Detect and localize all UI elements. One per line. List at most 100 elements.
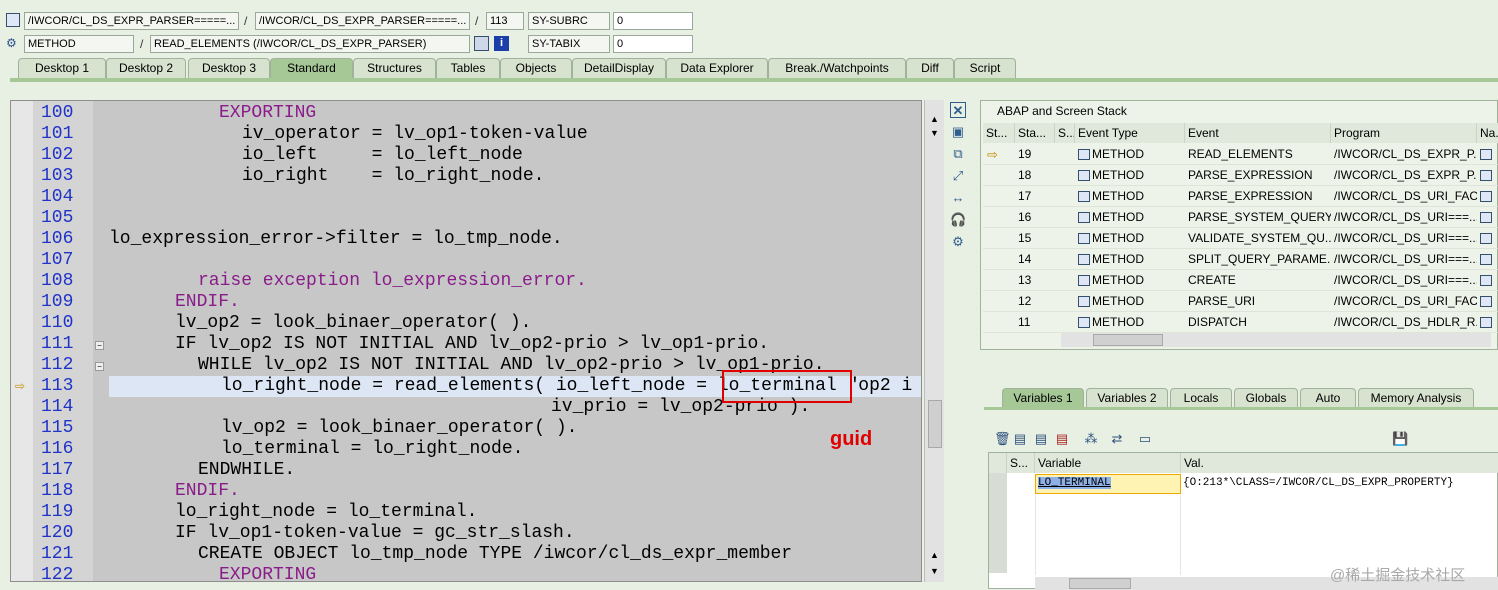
scroll-thumb[interactable] (1069, 578, 1131, 589)
tab-auto[interactable]: Auto (1300, 388, 1356, 408)
stack-cell-type[interactable]: METHOD (1075, 249, 1185, 270)
stack-cell-type[interactable]: METHOD (1075, 144, 1185, 165)
stack-cell-level[interactable]: 11 (1015, 312, 1055, 333)
tab-breakpoints[interactable]: Break./Watchpoints (768, 58, 906, 78)
scroll-thumb[interactable] (1093, 334, 1163, 346)
stack-cell-level[interactable]: 14 (1015, 249, 1055, 270)
stack-cell-selector[interactable] (1055, 291, 1075, 312)
stack-cell-event[interactable]: PARSE_EXPRESSION (1185, 165, 1331, 186)
column-header[interactable]: S... (1055, 123, 1075, 143)
stack-cell-level[interactable]: 19 (1015, 144, 1055, 165)
navigate-icon[interactable] (1477, 291, 1498, 312)
event-type-field[interactable]: METHOD (24, 35, 134, 53)
tab-objects[interactable]: Objects (500, 58, 572, 78)
tab-desktop-3[interactable]: Desktop 3 (188, 58, 270, 78)
sys-field-value-2[interactable]: 0 (613, 35, 693, 53)
save-icon[interactable]: 💾 (1392, 432, 1408, 446)
sys-field-name-2[interactable]: SY-TABIX (528, 35, 610, 53)
stack-cell-selector[interactable] (983, 270, 1015, 291)
maximize-icon[interactable]: ⤢ (950, 168, 966, 184)
stack-cell-event[interactable]: VALIDATE_SYSTEM_QU... (1185, 228, 1331, 249)
tab-tables[interactable]: Tables (436, 58, 500, 78)
program-field-left[interactable]: /IWCOR/CL_DS_EXPR_PARSER=====... (24, 12, 239, 30)
stack-cell-event[interactable]: SPLIT_QUERY_PARAME... (1185, 249, 1331, 270)
editor-vertical-scrollbar[interactable]: ▲ ▼ ▲ ▼ (924, 100, 944, 582)
stack-cell-type[interactable]: METHOD (1075, 312, 1185, 333)
stack-cell-type[interactable]: METHOD (1075, 207, 1185, 228)
stack-cell-level[interactable]: 16 (1015, 207, 1055, 228)
fold-toggle-icon[interactable]: − (95, 362, 104, 371)
column-header[interactable] (989, 453, 1007, 473)
row-selector-column[interactable] (989, 473, 1007, 573)
stack-cell-level[interactable]: 12 (1015, 291, 1055, 312)
tab-globals[interactable]: Globals (1234, 388, 1298, 408)
horizontal-scrollbar[interactable] (1061, 333, 1491, 347)
scroll-thumb[interactable] (928, 400, 942, 448)
navigate-icon[interactable] (1477, 144, 1498, 165)
column-header[interactable]: St... (983, 123, 1015, 143)
column-header[interactable]: Val. (1181, 453, 1498, 473)
tab-locals[interactable]: Locals (1170, 388, 1232, 408)
stack-cell-selector[interactable] (1055, 186, 1075, 207)
folder-icon[interactable]: ▭ (1138, 432, 1152, 446)
stack-cell-program[interactable]: /IWCOR/CL_DS_URI===... (1331, 228, 1477, 249)
stack-cell-level[interactable]: 18 (1015, 165, 1055, 186)
column-header[interactable]: Variable (1035, 453, 1181, 473)
tab-desktop-1[interactable]: Desktop 1 (18, 58, 106, 78)
navigate-icon[interactable] (1477, 228, 1498, 249)
stack-cell-selector[interactable] (983, 207, 1015, 228)
stack-cell-type[interactable]: METHOD (1075, 270, 1185, 291)
settings-icon[interactable]: ⚙ (950, 234, 966, 250)
stack-cell-level[interactable]: 15 (1015, 228, 1055, 249)
stack-cell-event[interactable]: PARSE_EXPRESSION (1185, 186, 1331, 207)
stack-cell-selector[interactable] (983, 165, 1015, 186)
stack-cell-event[interactable]: PARSE_URI (1185, 291, 1331, 312)
stack-cell-program[interactable]: /IWCOR/CL_DS_EXPR_P... (1331, 165, 1477, 186)
close-icon[interactable]: ✕ (950, 102, 966, 118)
tab-memory-analysis[interactable]: Memory Analysis (1358, 388, 1474, 408)
program-field-right[interactable]: /IWCOR/CL_DS_EXPR_PARSER=====... (255, 12, 470, 30)
column-header[interactable]: Sta... (1015, 123, 1055, 143)
layout-icon[interactable]: ⧉ (950, 146, 966, 162)
column-header[interactable]: S... (1007, 453, 1035, 473)
column-header[interactable]: Program (1331, 123, 1477, 143)
stack-cell-event[interactable]: PARSE_SYSTEM_QUERY... (1185, 207, 1331, 228)
stack-cell-event[interactable]: READ_ELEMENTS (1185, 144, 1331, 165)
navigate-icon[interactable] (1477, 270, 1498, 291)
stack-cell-program[interactable]: /IWCOR/CL_DS_HDLR_R... (1331, 312, 1477, 333)
navigate-icon[interactable] (1477, 165, 1498, 186)
stack-cell-event[interactable]: CREATE (1185, 270, 1331, 291)
stack-cell-selector[interactable] (983, 312, 1015, 333)
tab-diff[interactable]: Diff (906, 58, 954, 78)
event-name-field[interactable]: READ_ELEMENTS (/IWCOR/CL_DS_EXPR_PARSER) (150, 35, 470, 53)
tab-standard[interactable]: Standard (270, 58, 353, 78)
stack-cell-selector[interactable] (1055, 207, 1075, 228)
tab-variables-2[interactable]: Variables 2 (1086, 388, 1168, 408)
tab-script[interactable]: Script (954, 58, 1016, 78)
stack-cell-selector[interactable] (1055, 312, 1075, 333)
stack-cell-selector[interactable] (983, 228, 1015, 249)
info-icon[interactable]: i (494, 36, 509, 51)
navigate-icon[interactable] (1477, 186, 1498, 207)
stack-cell-program[interactable]: /IWCOR/CL_DS_URI===... (1331, 270, 1477, 291)
stack-cell-selector[interactable] (1055, 144, 1075, 165)
stack-cell-type[interactable]: METHOD (1075, 291, 1185, 312)
stack-cell-type[interactable]: METHOD (1075, 186, 1185, 207)
navigate-icon[interactable] (1477, 312, 1498, 333)
column-header[interactable]: Na... (1477, 123, 1498, 143)
scroll-up-icon[interactable]: ▲ (930, 550, 939, 560)
scroll-up-icon[interactable]: ▲ (930, 114, 939, 124)
stack-cell-selector[interactable] (1055, 228, 1075, 249)
stack-cell-level[interactable]: 13 (1015, 270, 1055, 291)
tree-icon[interactable]: ⁂ (1084, 432, 1098, 446)
headset-icon[interactable]: 🎧 (950, 212, 966, 228)
tab-variables-1[interactable]: Variables 1 (1002, 388, 1084, 408)
resize-icon[interactable]: ↔ (950, 190, 966, 206)
stack-cell-selector[interactable] (983, 249, 1015, 270)
stack-cell-selector[interactable] (1055, 165, 1075, 186)
tab-detaildisplay[interactable]: DetailDisplay (572, 58, 666, 78)
new-window-icon[interactable]: ▣ (950, 124, 966, 140)
transfer-icon[interactable]: ⇄ (1110, 432, 1124, 446)
list-icon[interactable]: ▤ (1034, 432, 1048, 446)
delete-icon[interactable]: 🗑 (994, 432, 1011, 446)
